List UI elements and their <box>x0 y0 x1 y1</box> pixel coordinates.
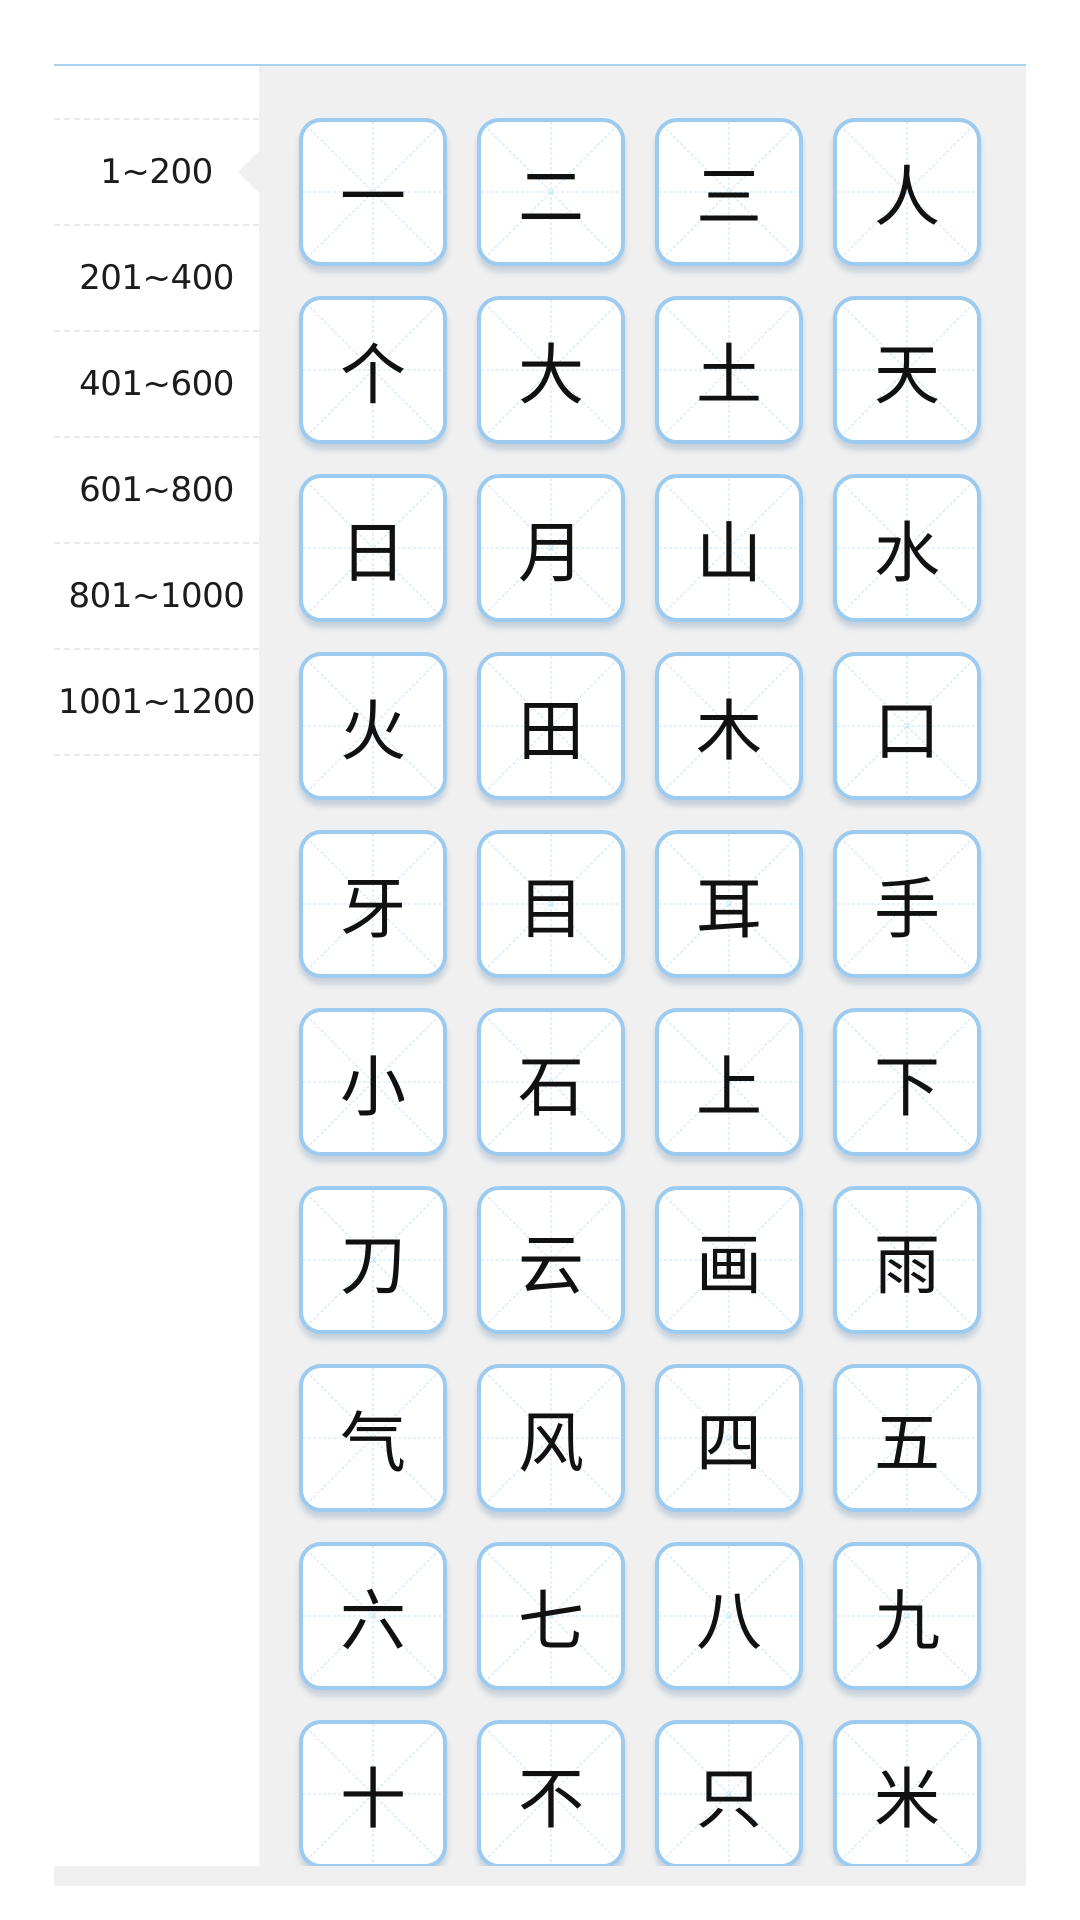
character-glyph: 目 <box>518 871 584 948</box>
character-glyph: 小 <box>340 1049 406 1126</box>
character-glyph: 石 <box>518 1049 584 1126</box>
character-card[interactable]: 十 <box>299 1720 447 1866</box>
character-card[interactable]: 手 <box>833 830 981 978</box>
character-card[interactable]: 水 <box>833 474 981 622</box>
character-card[interactable]: 个 <box>299 296 447 444</box>
range-item[interactable]: 401~600 <box>54 332 259 438</box>
character-card[interactable]: 石 <box>477 1008 625 1156</box>
range-item[interactable]: 1~200 <box>54 120 260 226</box>
character-card[interactable]: 人 <box>833 118 981 266</box>
range-item[interactable]: 201~400 <box>54 226 259 332</box>
range-item[interactable]: 601~800 <box>54 438 259 544</box>
character-glyph: 水 <box>874 515 940 592</box>
character-glyph: 九 <box>874 1583 940 1660</box>
character-card[interactable]: 土 <box>655 296 803 444</box>
character-card[interactable]: 小 <box>299 1008 447 1156</box>
character-glyph: 画 <box>696 1227 762 1304</box>
character-glyph: 八 <box>696 1583 762 1660</box>
character-glyph: 三 <box>696 159 762 236</box>
character-glyph: 五 <box>874 1405 940 1482</box>
character-glyph: 云 <box>518 1227 584 1304</box>
character-glyph: 木 <box>696 693 762 770</box>
character-card[interactable]: 耳 <box>655 830 803 978</box>
character-card[interactable]: 六 <box>299 1542 447 1690</box>
character-card[interactable]: 牙 <box>299 830 447 978</box>
character-card[interactable]: 田 <box>477 652 625 800</box>
character-card[interactable]: 八 <box>655 1542 803 1690</box>
character-glyph: 风 <box>518 1405 584 1482</box>
character-card[interactable]: 刀 <box>299 1186 447 1334</box>
character-glyph: 刀 <box>340 1227 406 1304</box>
character-card[interactable]: 气 <box>299 1364 447 1512</box>
character-card[interactable]: 一 <box>299 118 447 266</box>
character-card[interactable]: 雨 <box>833 1186 981 1334</box>
character-card[interactable]: 五 <box>833 1364 981 1512</box>
character-card[interactable]: 火 <box>299 652 447 800</box>
character-grid: 一 二 三 人个 大 土 天日 月 山 水火 田 木 口牙 目 耳 手小 石 上 下刀 云 画 雨气 风 四 五六 七 八 九十 不 只 米 <box>299 118 981 1866</box>
character-practice-screen: 1~200 201~400 401~600 601~800 801~1000 1001~1… <box>0 0 1080 1920</box>
character-glyph: 一 <box>340 159 406 236</box>
character-glyph: 山 <box>696 515 762 592</box>
character-glyph: 火 <box>340 693 406 770</box>
character-glyph: 四 <box>696 1405 762 1482</box>
character-glyph: 手 <box>874 871 940 948</box>
character-glyph: 耳 <box>696 871 762 948</box>
character-glyph: 月 <box>518 515 584 592</box>
range-item[interactable]: 1001~1200 <box>54 650 259 756</box>
range-item[interactable]: 801~1000 <box>54 544 259 650</box>
character-glyph: 雨 <box>874 1227 940 1304</box>
character-glyph: 个 <box>340 337 406 414</box>
character-glyph: 二 <box>518 159 584 236</box>
character-glyph: 田 <box>518 693 584 770</box>
character-glyph: 六 <box>340 1583 406 1660</box>
character-card[interactable]: 大 <box>477 296 625 444</box>
character-card[interactable]: 木 <box>655 652 803 800</box>
character-card[interactable]: 云 <box>477 1186 625 1334</box>
character-card[interactable]: 只 <box>655 1720 803 1866</box>
character-grid-panel[interactable]: 一 二 三 人个 大 土 天日 月 山 水火 田 木 口牙 目 耳 手小 石 上 下刀 云 画 雨气 风 四 五六 七 八 九十 不 只 米 <box>259 66 1026 1866</box>
character-glyph: 牙 <box>340 871 406 948</box>
character-glyph: 七 <box>518 1583 584 1660</box>
character-card[interactable]: 上 <box>655 1008 803 1156</box>
character-card[interactable]: 二 <box>477 118 625 266</box>
character-glyph: 米 <box>874 1761 940 1838</box>
character-card[interactable]: 风 <box>477 1364 625 1512</box>
character-glyph: 大 <box>518 337 584 414</box>
character-glyph: 不 <box>518 1761 584 1838</box>
character-glyph: 十 <box>340 1761 406 1838</box>
range-sidebar: 1~200 201~400 401~600 601~800 801~1000 1001~1… <box>54 66 260 1866</box>
character-glyph: 只 <box>696 1761 762 1838</box>
bottom-bar <box>54 1866 1026 1886</box>
character-glyph: 下 <box>874 1049 940 1126</box>
character-card[interactable]: 目 <box>477 830 625 978</box>
character-card[interactable]: 口 <box>833 652 981 800</box>
character-card[interactable]: 九 <box>833 1542 981 1690</box>
character-card[interactable]: 月 <box>477 474 625 622</box>
character-card[interactable]: 四 <box>655 1364 803 1512</box>
character-card[interactable]: 不 <box>477 1720 625 1866</box>
character-card[interactable]: 下 <box>833 1008 981 1156</box>
character-glyph: 日 <box>340 515 406 592</box>
character-glyph: 人 <box>874 159 940 236</box>
character-glyph: 上 <box>696 1049 762 1126</box>
character-glyph: 天 <box>874 337 940 414</box>
character-glyph: 口 <box>874 693 940 770</box>
character-card[interactable]: 三 <box>655 118 803 266</box>
character-glyph: 土 <box>696 337 762 414</box>
character-card[interactable]: 米 <box>833 1720 981 1866</box>
character-card[interactable]: 画 <box>655 1186 803 1334</box>
range-list: 1~200 201~400 401~600 601~800 801~1000 1001~1… <box>54 118 260 756</box>
character-glyph: 气 <box>340 1405 406 1482</box>
character-card[interactable]: 七 <box>477 1542 625 1690</box>
character-card[interactable]: 天 <box>833 296 981 444</box>
character-card[interactable]: 山 <box>655 474 803 622</box>
character-card[interactable]: 日 <box>299 474 447 622</box>
